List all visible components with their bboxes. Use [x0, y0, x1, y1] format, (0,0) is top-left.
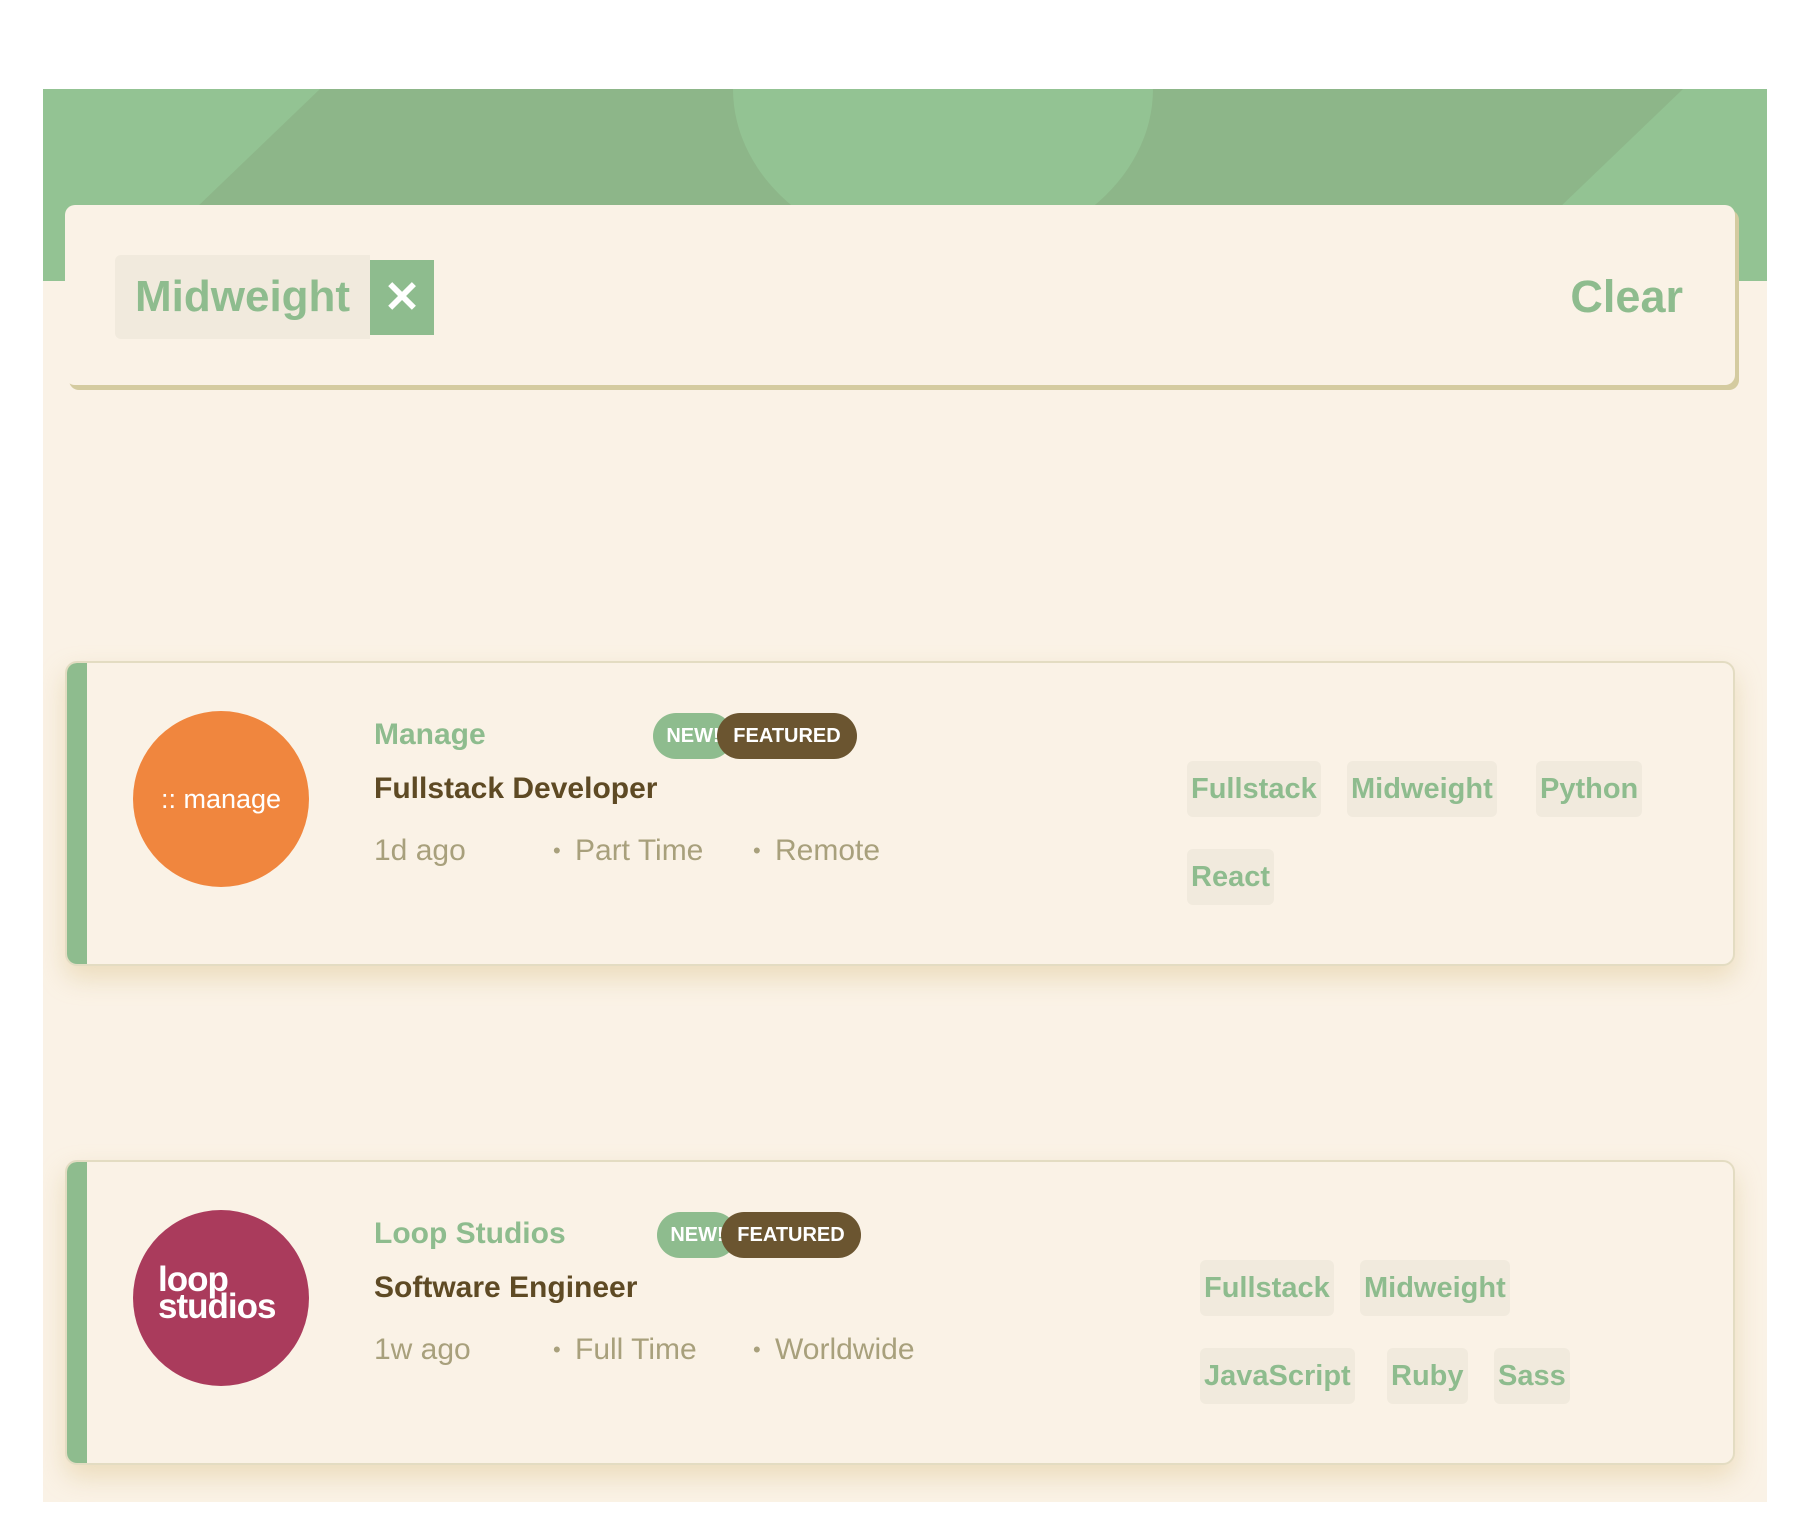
featured-badge: FEATURED	[721, 1212, 861, 1258]
job-card: :: manage Manage NEW! FEATURED Fullstack…	[65, 661, 1735, 966]
meta-separator: •	[753, 1337, 761, 1362]
tag-midweight[interactable]: Midweight	[1360, 1260, 1510, 1316]
meta-separator: •	[553, 1337, 561, 1362]
contract-type: Full Time	[575, 1333, 697, 1366]
tag-python[interactable]: Python	[1536, 761, 1643, 817]
tag-ruby[interactable]: Ruby	[1387, 1348, 1468, 1404]
posted-at: 1w ago	[374, 1333, 471, 1366]
job-listings-app: Midweight ✕ Clear :: manage Manage NEW! …	[43, 89, 1767, 1502]
job-position[interactable]: Software Engineer	[374, 1268, 637, 1308]
tag-sass[interactable]: Sass	[1494, 1348, 1570, 1404]
close-icon[interactable]: ✕	[370, 260, 435, 335]
tag-midweight[interactable]: Midweight	[1347, 761, 1497, 817]
featured-accent-bar	[67, 663, 87, 964]
featured-badge: FEATURED	[717, 713, 857, 759]
tag-fullstack[interactable]: Fullstack	[1187, 761, 1321, 817]
job-location: Worldwide	[775, 1333, 915, 1366]
tag-javascript[interactable]: JavaScript	[1200, 1348, 1355, 1404]
tag-react[interactable]: React	[1187, 849, 1274, 905]
company-logo: loop studios	[133, 1210, 309, 1386]
company-logo-text: loop studios	[158, 1262, 276, 1326]
filter-chip-label: Midweight	[115, 255, 371, 339]
company-logo-text: :: manage	[160, 784, 282, 814]
posted-at: 1d ago	[374, 834, 466, 867]
meta-separator: •	[553, 838, 561, 863]
company-name: Manage	[374, 718, 486, 751]
tag-fullstack[interactable]: Fullstack	[1200, 1260, 1334, 1316]
contract-type: Part Time	[575, 834, 704, 867]
company-logo-text-line2: studios	[158, 1287, 276, 1326]
meta-separator: •	[753, 838, 761, 863]
company-logo: :: manage	[133, 711, 309, 887]
job-card: loop studios Loop Studios NEW! FEATURED …	[65, 1160, 1735, 1465]
job-location: Remote	[775, 834, 881, 867]
company-name: Loop Studios	[374, 1217, 566, 1250]
job-position[interactable]: Fullstack Developer	[374, 769, 657, 809]
filter-chip: Midweight ✕	[115, 255, 435, 339]
filter-bar: Midweight ✕ Clear	[65, 205, 1735, 385]
featured-accent-bar	[67, 1162, 87, 1463]
clear-button[interactable]: Clear	[1570, 269, 1683, 325]
